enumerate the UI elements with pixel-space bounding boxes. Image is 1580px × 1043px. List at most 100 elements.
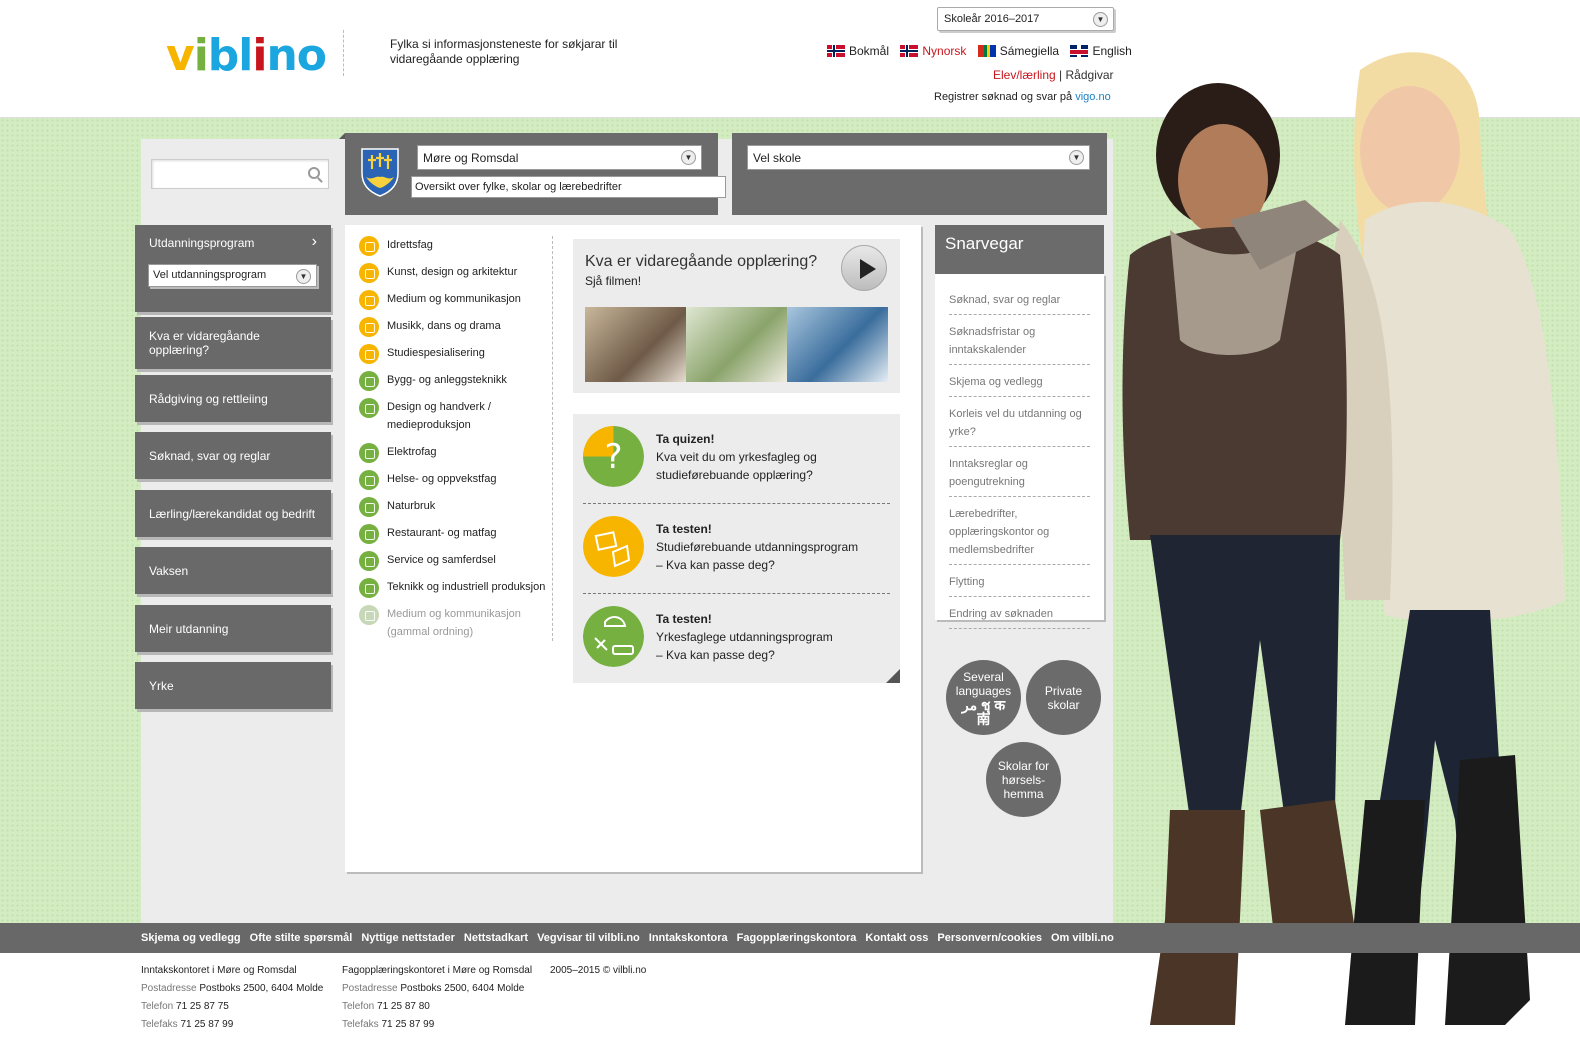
column-divider (552, 236, 553, 641)
nav-label: Utdanningsprogram (149, 236, 255, 250)
lang-label: Nynorsk (922, 44, 967, 58)
search-icon[interactable] (308, 167, 320, 179)
header-divider (343, 30, 344, 76)
video-thumbnail[interactable] (585, 307, 888, 382)
footer-link[interactable]: Personvern/cookies (937, 932, 1042, 944)
quiz-item[interactable]: Ta testen! Yrkesfaglege utdanningsprogram… (583, 606, 890, 686)
logo-letter: i (193, 30, 209, 81)
lang-samegiella[interactable]: Sámegiella (977, 44, 1059, 58)
program-item[interactable]: Naturbruk (359, 497, 554, 517)
program-item[interactable]: Medium og kommunikasjon (gammal ordning) (359, 605, 554, 641)
shortcut-link[interactable]: Flytting (949, 570, 1090, 597)
shortcut-link[interactable]: Endring av søknaden (949, 602, 1090, 629)
lang-nynorsk[interactable]: Nynorsk (900, 44, 966, 58)
program-select[interactable]: Vel utdanningsprogram ▼ (148, 264, 317, 287)
quiz-title: Ta testen! (656, 522, 712, 536)
footer-link[interactable]: Om vilbli.no (1051, 932, 1114, 944)
footer-link[interactable]: Skjema og vedlegg (141, 932, 241, 944)
shortcut-link[interactable]: Inntaksreglar og poengutrekning (949, 452, 1090, 497)
copyright: 2005–2015 © vilbli.no (550, 965, 647, 976)
study-test-icon (583, 516, 644, 577)
quiz-line: – Kva kan passe deg? (656, 558, 775, 572)
nav-yrke[interactable]: Yrke (135, 662, 331, 709)
shortcuts-list: Søknad, svar og reglar Søknadsfristar og… (935, 274, 1104, 629)
chevron-down-icon: ▼ (1093, 12, 1108, 27)
role-elev-link[interactable]: Elev/lærling (993, 68, 1056, 82)
hearing-impaired-schools-button[interactable]: Skolar for hørsels- hemma (986, 742, 1061, 817)
footer-link[interactable]: Nyttige nettstader (361, 932, 455, 944)
several-languages-button[interactable]: Several languages ﻣﺮ ชุ क 南 (946, 660, 1021, 735)
round-label: languages (955, 683, 1012, 698)
quiz-line: – Kva kan passe deg? (656, 648, 775, 662)
program-item[interactable]: Kunst, design og arkitektur (359, 263, 554, 283)
program-item[interactable]: Elektrofag (359, 443, 554, 463)
footer-link[interactable]: Kontakt oss (865, 932, 928, 944)
program-item[interactable]: Helse- og oppvekstfag (359, 470, 554, 490)
footer-link[interactable]: Vegvisar til vilbli.no (537, 932, 640, 944)
program-item[interactable]: Design og handverk / medieproduksjon (359, 398, 554, 434)
program-item[interactable]: Idrettsfag (359, 236, 554, 256)
program-label: Musikk, dans og drama (387, 320, 501, 332)
round-label: Private (1044, 683, 1083, 698)
footer-nav: Skjema og vedlegg Ofte stilte spørsmål N… (0, 923, 1580, 953)
quiz-item[interactable]: Ta testen! Studieførebuande utdanningspro… (583, 516, 890, 596)
quiz-item[interactable]: ? Ta quizen! Kva veit du om yrkesfagleg o… (583, 426, 890, 506)
shortcut-link[interactable]: Søknadsfristar og inntakskalender (949, 320, 1090, 365)
shortcuts-title: Snarvegar (935, 225, 1104, 274)
nav-meir-utdanning[interactable]: Meir utdanning (135, 605, 331, 652)
program-item[interactable]: Medium og kommunikasjon (359, 290, 554, 310)
nav-utdanningsprogram[interactable]: Utdanningsprogram › Vel utdanningsprogra… (135, 225, 331, 312)
school-year-select[interactable]: Skoleår 2016–2017 ▼ (937, 7, 1114, 31)
county-overview-link[interactable]: Oversikt over fylke, skolar og lærebedri… (411, 176, 726, 198)
quiz-line: Kva veit du om yrkesfagleg og (656, 450, 817, 464)
program-select-value: Vel utdanningsprogram (153, 269, 267, 281)
program-label: Service og samferdsel (387, 554, 496, 566)
role-radgivar-link[interactable]: Rådgivar (1066, 68, 1114, 82)
logo-letter: o (296, 30, 327, 81)
nav-vaksen[interactable]: Vaksen (135, 547, 331, 594)
quiz-title: Ta testen! (656, 612, 712, 626)
quiz-text: Ta quizen! Kva veit du om yrkesfagleg og s… (656, 430, 817, 484)
video-teaser[interactable]: Kva er vidaregåande opplæring? Sjå filme… (573, 239, 900, 393)
vigo-link[interactable]: vigo.no (1075, 91, 1110, 103)
footer-link[interactable]: Inntakskontora (649, 932, 728, 944)
nav-kva-er-vgo[interactable]: Kva er vidaregåande opplæring? (135, 317, 331, 369)
shortcut-link[interactable]: Korleis vel du utdanning og yrke? (949, 402, 1090, 447)
school-select-value: Vel skole (753, 151, 802, 165)
shortcut-link[interactable]: Lærebedrifter, opplæringskontor og medle… (949, 502, 1090, 565)
quiz-text: Ta testen! Studieførebuande utdanningspro… (656, 520, 858, 574)
book-icon (359, 344, 379, 364)
bandage-icon (359, 470, 379, 490)
nav-radgiving[interactable]: Rådgiving og rettleiing (135, 375, 331, 422)
nav-label: Søknad, svar og reglar (149, 448, 271, 463)
footer-contact-fagopplaering: Fagopplæringskontoret i Møre og Romsdal … (342, 962, 532, 1034)
nav-soknad[interactable]: Søknad, svar og reglar (135, 432, 331, 479)
county-select[interactable]: Møre og Romsdal ▼ (417, 145, 702, 170)
sami-flag-icon (977, 45, 996, 57)
footer-link[interactable]: Fagopplæringskontora (737, 932, 857, 944)
nav-laerling[interactable]: Lærling/lærekandidat og bedrift (135, 490, 331, 537)
school-select[interactable]: Vel skole ▼ (747, 145, 1090, 170)
divider (583, 503, 890, 504)
play-icon[interactable] (841, 245, 887, 291)
program-item[interactable]: Teknikk og industriell produksjon (359, 578, 554, 598)
shortcut-link[interactable]: Skjema og vedlegg (949, 370, 1090, 397)
video-subtitle: Sjå filmen! (585, 274, 642, 288)
search-input[interactable] (151, 159, 329, 189)
shortcut-link[interactable]: Søknad, svar og reglar (949, 288, 1090, 315)
program-item[interactable]: Musikk, dans og drama (359, 317, 554, 337)
program-item[interactable]: Studiespesialisering (359, 344, 554, 364)
contact-title: Fagopplæringskontoret i Møre og Romsdal (342, 965, 533, 976)
program-item[interactable]: Service og samferdsel (359, 551, 554, 571)
lang-bokmal[interactable]: Bokmål (827, 44, 889, 58)
music-icon (359, 317, 379, 337)
contact-value: 71 25 87 99 (381, 1019, 435, 1030)
role-switcher: Elev/lærling | Rådgivar (993, 68, 1114, 82)
vilbli-logo[interactable]: viblino (166, 30, 327, 81)
program-item[interactable]: Restaurant- og matfag (359, 524, 554, 544)
program-item[interactable]: Bygg- og anleggsteknikk (359, 371, 554, 391)
footer-link[interactable]: Nettstadkart (464, 932, 528, 944)
private-schools-button[interactable]: Private skolar (1026, 660, 1101, 735)
svg-text:?: ? (604, 437, 622, 477)
footer-link[interactable]: Ofte stilte spørsmål (250, 932, 353, 944)
